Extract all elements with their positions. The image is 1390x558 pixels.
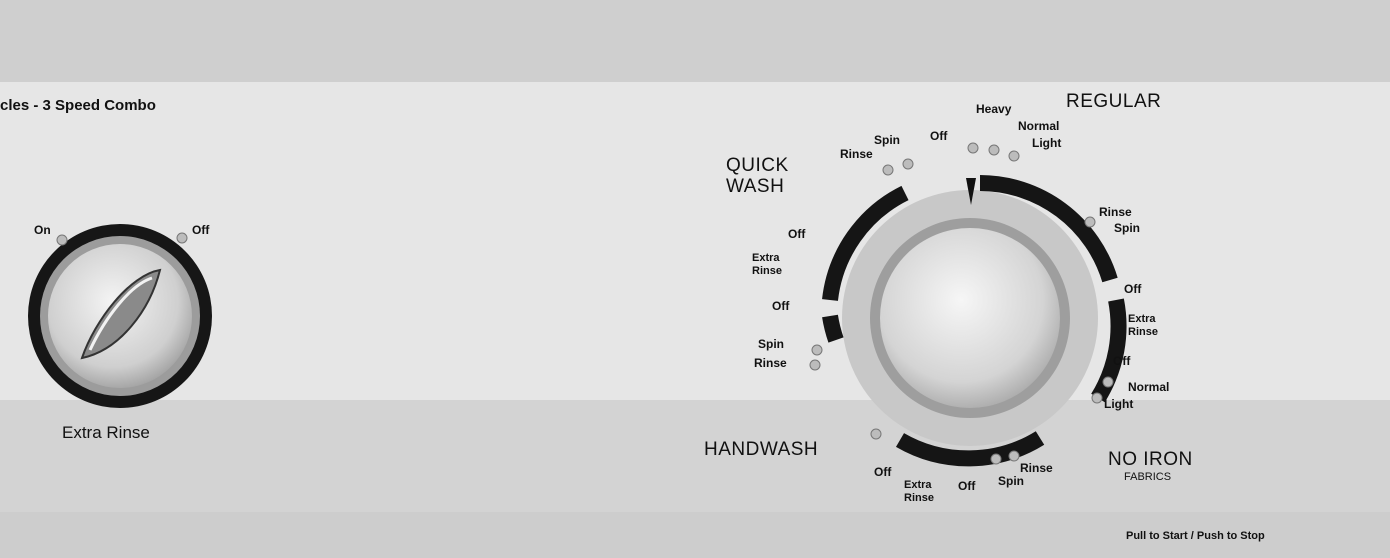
extra-rinse-on-label: On [34, 223, 51, 237]
quick-wash-rinse-label: Rinse [840, 147, 873, 161]
quick-wash-rinse2-label: Rinse [754, 356, 787, 370]
pull-to-start-label: Pull to Start / Push to Stop [1126, 530, 1265, 542]
quick-wash-off-label: Off [788, 227, 806, 241]
no-iron-section-title: NO IRON [1108, 449, 1193, 470]
regular-extra-rinse-label: Extra Rinse [1128, 313, 1158, 339]
regular-section-title: REGULAR [1066, 91, 1162, 112]
regular-rinse-label: Rinse [1099, 205, 1132, 219]
extra-rinse-knob[interactable] [28, 224, 212, 408]
extra-rinse-off-label: Off [192, 223, 210, 237]
regular-heavy-label: Heavy [976, 102, 1012, 116]
regular-off-right-label: Off [1124, 282, 1142, 296]
quick-wash-off2-label: Off [772, 299, 790, 313]
no-iron-spin-label: Spin [998, 474, 1024, 488]
no-iron-subtitle: FABRICS [1124, 471, 1172, 483]
handwash-extra-rinse-label: Extra Rinse [904, 479, 934, 505]
no-iron-normal-label: Normal [1128, 380, 1170, 394]
no-iron-off-label: Off [1113, 354, 1131, 368]
extra-rinse-label: Extra Rinse [62, 423, 150, 442]
regular-off-label: Off [930, 129, 948, 143]
handwash-off2-label: Off [958, 479, 976, 493]
quick-wash-extra-rinse-label: Extra Rinse [752, 252, 782, 278]
regular-light-label: Light [1032, 136, 1062, 150]
handwash-off-label: Off [874, 465, 892, 479]
regular-spin-label: Spin [1114, 221, 1140, 235]
no-iron-light-label: Light [1104, 397, 1134, 411]
quick-wash-spin-label: Spin [874, 133, 900, 147]
handwash-section-title: HANDWASH [704, 439, 819, 460]
cycle-selector-dial[interactable] [822, 175, 1127, 467]
quick-wash-section-title: QUICK WASH [726, 155, 789, 197]
regular-normal-label: Normal [1018, 119, 1060, 133]
extra-rinse-knob-graphic [28, 142, 1127, 467]
no-iron-rinse-label: Rinse [1020, 461, 1053, 475]
quick-wash-spin2-label: Spin [758, 337, 784, 351]
